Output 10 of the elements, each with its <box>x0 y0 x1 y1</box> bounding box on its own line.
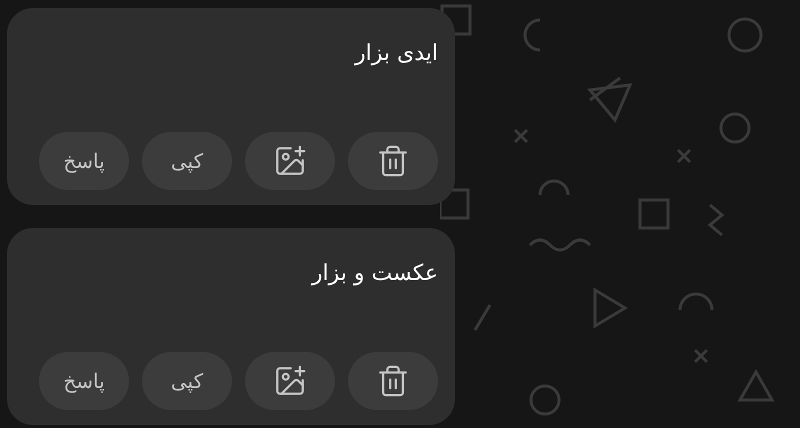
trash-icon <box>376 364 410 398</box>
action-button[interactable]: کپی <box>142 352 232 410</box>
trash-icon <box>376 144 410 178</box>
image-plus-icon <box>273 144 307 178</box>
action-button[interactable]: پاسخ <box>39 132 129 190</box>
image-plus-icon <box>273 364 307 398</box>
message-text: عکست و بزار <box>312 260 438 288</box>
action-button[interactable]: کپی <box>142 132 232 190</box>
message-text: ایدی بزار <box>355 40 438 68</box>
action-button[interactable]: پاسخ <box>39 352 129 410</box>
